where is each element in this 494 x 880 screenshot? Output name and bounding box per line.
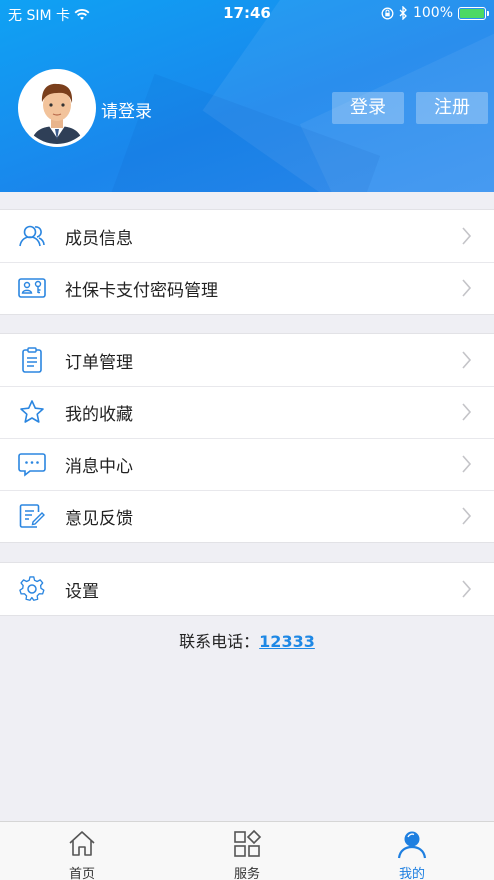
menu-item-members[interactable]: 成员信息 bbox=[0, 210, 494, 262]
menu-group-account: 成员信息 社保卡支付密码管理 bbox=[0, 209, 494, 315]
status-bar: 无 SIM 卡 17:46 100% bbox=[0, 0, 494, 26]
profile-header: 无 SIM 卡 17:46 100% 请登录 登录 注册 bbox=[0, 0, 494, 192]
tab-home[interactable]: 首页 bbox=[0, 822, 164, 880]
tab-label: 首页 bbox=[68, 867, 95, 880]
tab-bar: 首页 服务 我的 bbox=[0, 821, 494, 880]
menu-item-messages[interactable]: 消息中心 bbox=[0, 438, 494, 490]
tab-label: 我的 bbox=[398, 867, 425, 880]
contact-label: 联系电话： bbox=[179, 632, 260, 651]
menu-item-settings[interactable]: 设置 bbox=[0, 563, 494, 615]
battery-icon bbox=[458, 6, 489, 20]
menu-item-orders[interactable]: 订单管理 bbox=[0, 334, 494, 386]
grid-icon bbox=[234, 829, 262, 857]
login-prompt[interactable]: 请登录 bbox=[101, 97, 152, 122]
chevron-right-icon bbox=[462, 455, 472, 473]
home-icon bbox=[69, 831, 95, 856]
tab-label: 服务 bbox=[233, 867, 260, 880]
menu-label: 社保卡支付密码管理 bbox=[65, 280, 218, 301]
chevron-right-icon bbox=[462, 279, 472, 297]
gear-icon bbox=[19, 576, 45, 601]
menu-label: 成员信息 bbox=[65, 228, 133, 249]
contact-phone-link[interactable]: 12333 bbox=[259, 632, 315, 651]
menu-label: 订单管理 bbox=[65, 352, 133, 373]
clipboard-icon bbox=[22, 347, 42, 373]
chevron-right-icon bbox=[462, 403, 472, 421]
menu-item-card-password[interactable]: 社保卡支付密码管理 bbox=[0, 262, 494, 314]
login-button[interactable]: 登录 bbox=[332, 92, 404, 124]
menu-group-services: 订单管理 我的收藏 消息中心 意见反馈 bbox=[0, 333, 494, 543]
person-icon bbox=[397, 831, 427, 859]
card-key-icon bbox=[18, 278, 46, 298]
screen: 无 SIM 卡 17:46 100% 请登录 登录 注册 成员信息 社保卡支付密… bbox=[0, 0, 494, 880]
bluetooth-icon bbox=[399, 6, 407, 20]
menu-label: 设置 bbox=[65, 581, 99, 602]
feedback-icon bbox=[19, 504, 45, 528]
message-icon bbox=[18, 453, 46, 477]
menu-label: 我的收藏 bbox=[65, 404, 133, 425]
rotation-lock-icon bbox=[381, 7, 394, 19]
chevron-right-icon bbox=[462, 507, 472, 525]
contact-line: 联系电话：12333 bbox=[0, 628, 494, 652]
chevron-right-icon bbox=[462, 351, 472, 369]
star-icon bbox=[20, 400, 44, 423]
menu-item-favorites[interactable]: 我的收藏 bbox=[0, 386, 494, 438]
tab-services[interactable]: 服务 bbox=[165, 822, 329, 880]
chevron-right-icon bbox=[462, 227, 472, 245]
menu-item-feedback[interactable]: 意见反馈 bbox=[0, 490, 494, 542]
tab-mine[interactable]: 我的 bbox=[330, 822, 494, 880]
avatar[interactable] bbox=[18, 69, 96, 147]
members-icon bbox=[19, 225, 45, 247]
register-button[interactable]: 注册 bbox=[416, 92, 488, 124]
chevron-right-icon bbox=[462, 580, 472, 598]
menu-label: 消息中心 bbox=[65, 456, 133, 477]
menu-label: 意见反馈 bbox=[65, 508, 133, 529]
menu-group-settings: 设置 bbox=[0, 562, 494, 616]
battery-percent: 100% bbox=[412, 5, 453, 21]
